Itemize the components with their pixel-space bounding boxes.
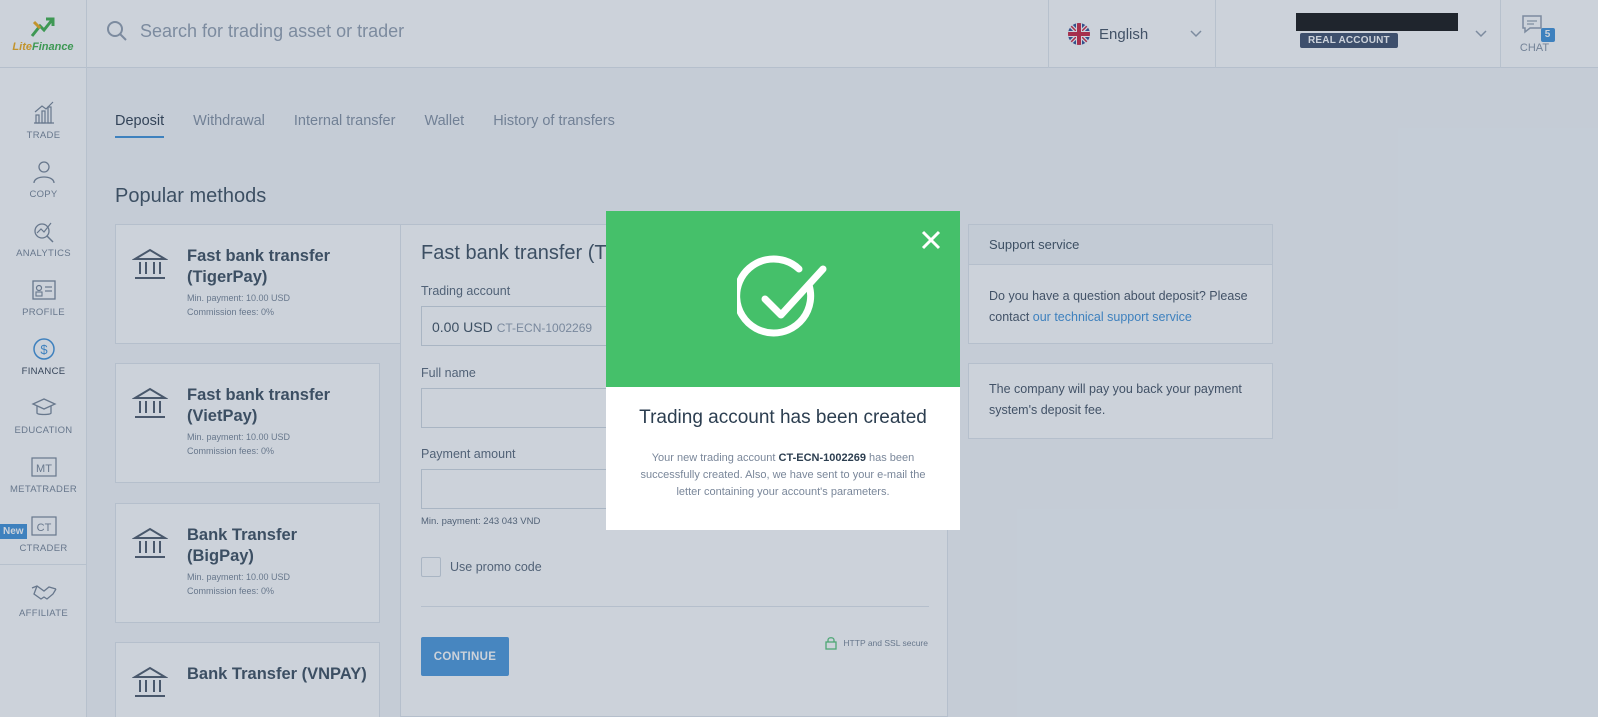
modal-text-pre: Your new trading account bbox=[651, 452, 779, 464]
modal-text: Your new trading account CT-ECN-1002269 … bbox=[628, 450, 938, 501]
account-created-modal: Trading account has been created Your ne… bbox=[606, 211, 960, 530]
close-icon[interactable] bbox=[920, 229, 942, 251]
modal-title: Trading account has been created bbox=[639, 407, 927, 428]
modal-header bbox=[606, 211, 960, 387]
success-check-icon bbox=[737, 255, 827, 337]
modal-account-id: CT-ECN-1002269 bbox=[778, 452, 866, 464]
